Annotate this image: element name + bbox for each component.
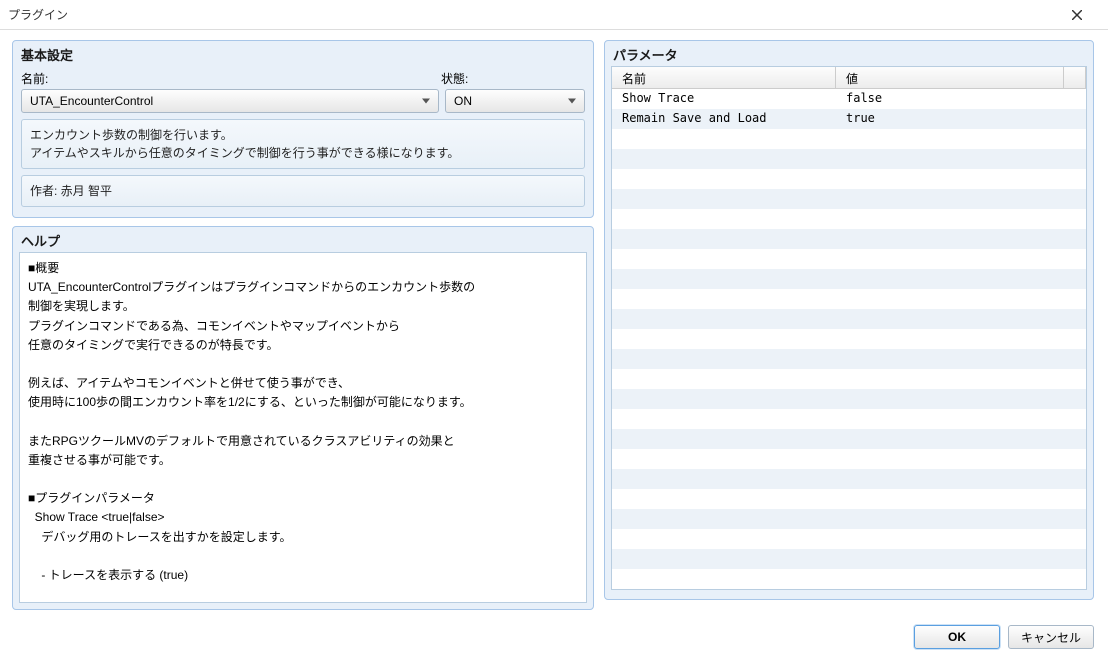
table-row: [612, 249, 1086, 269]
table-row: [612, 269, 1086, 289]
plugin-author: 作者: 赤月 智平: [21, 175, 585, 207]
table-row: [612, 229, 1086, 249]
table-row: [612, 449, 1086, 469]
table-row: [612, 549, 1086, 569]
param-header-name[interactable]: 名前: [612, 67, 836, 88]
table-row: [612, 569, 1086, 589]
name-label: 名前:: [21, 70, 441, 87]
button-bar: OK キャンセル: [914, 625, 1094, 649]
param-value: true: [836, 109, 1064, 129]
close-icon: [1072, 10, 1082, 20]
parameters-title: パラメータ: [605, 41, 1093, 66]
table-row[interactable]: Remain Save and Loadtrue: [612, 109, 1086, 129]
table-row: [612, 529, 1086, 549]
table-row: [612, 389, 1086, 409]
table-row: [612, 469, 1086, 489]
table-row: [612, 169, 1086, 189]
plugin-name-select[interactable]: UTA_EncounterControl: [21, 89, 439, 113]
window-title: プラグイン: [8, 6, 1054, 23]
plugin-status-value: ON: [454, 94, 472, 108]
table-row: [612, 489, 1086, 509]
param-table-header: 名前 値: [612, 67, 1086, 89]
table-row: [612, 129, 1086, 149]
table-row: [612, 409, 1086, 429]
close-button[interactable]: [1054, 0, 1100, 30]
param-value: false: [836, 89, 1064, 109]
parameters-group: パラメータ 名前 値 Show TracefalseRemain Save an…: [604, 40, 1094, 600]
table-row: [612, 209, 1086, 229]
table-row: [612, 309, 1086, 329]
ok-button[interactable]: OK: [914, 625, 1000, 649]
param-name: Remain Save and Load: [612, 109, 836, 129]
table-row: [612, 149, 1086, 169]
help-text[interactable]: ■概要 UTA_EncounterControlプラグインはプラグインコマンドか…: [20, 253, 586, 602]
table-row: [612, 189, 1086, 209]
help-title: ヘルプ: [13, 227, 593, 252]
table-row: [612, 509, 1086, 529]
param-header-spacer: [1064, 67, 1086, 88]
table-row: [612, 329, 1086, 349]
table-row[interactable]: Show Tracefalse: [612, 89, 1086, 109]
cancel-button[interactable]: キャンセル: [1008, 625, 1094, 649]
table-row: [612, 369, 1086, 389]
titlebar: プラグイン: [0, 0, 1108, 30]
help-group: ヘルプ ■概要 UTA_EncounterControlプラグインはプラグインコ…: [12, 226, 594, 610]
param-name: Show Trace: [612, 89, 836, 109]
plugin-description: エンカウント歩数の制御を行います。 アイテムやスキルから任意のタイミングで制御を…: [21, 119, 585, 169]
basic-settings-title: 基本設定: [13, 41, 593, 66]
table-row: [612, 429, 1086, 449]
plugin-name-value: UTA_EncounterControl: [30, 94, 153, 108]
basic-settings-group: 基本設定 名前: 状態: UTA_EncounterControl ON エンカ…: [12, 40, 594, 218]
table-row: [612, 349, 1086, 369]
table-row: [612, 289, 1086, 309]
param-header-value[interactable]: 値: [836, 67, 1064, 88]
status-label: 状態:: [441, 70, 468, 87]
param-table-body: Show TracefalseRemain Save and Loadtrue: [612, 89, 1086, 589]
plugin-status-select[interactable]: ON: [445, 89, 585, 113]
